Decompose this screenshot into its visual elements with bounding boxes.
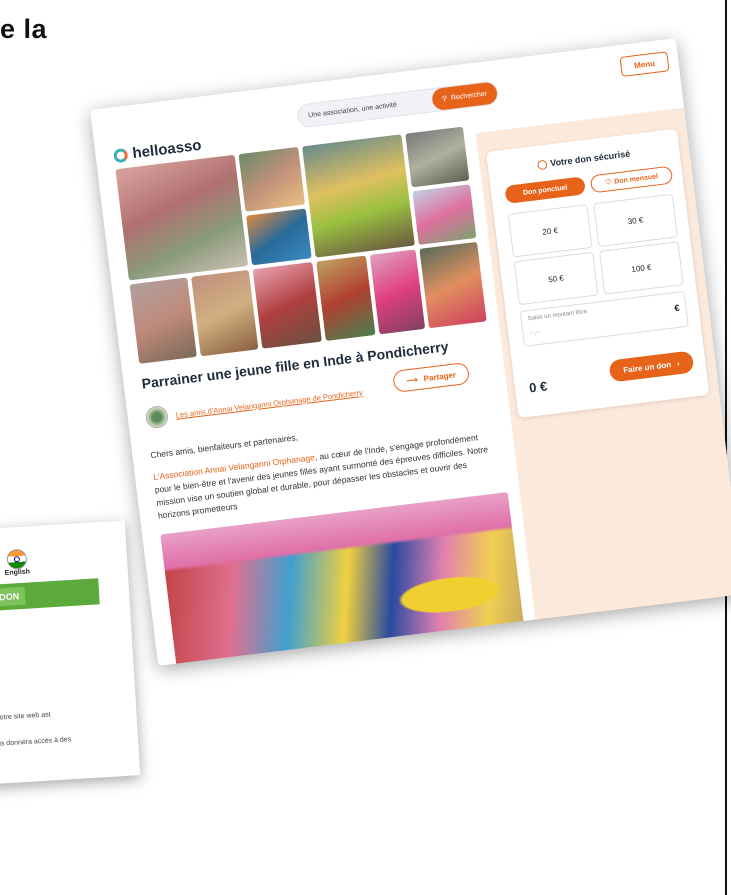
photo [316, 255, 376, 341]
photo [191, 269, 259, 357]
helloasso-logo-icon [112, 147, 129, 163]
photo-collage [115, 126, 487, 368]
donate-button-label: Faire un don [622, 359, 672, 375]
photo [246, 208, 312, 266]
amount-option[interactable]: 100 € [598, 241, 684, 295]
chevron-right-icon: › [676, 358, 681, 368]
text-line: r notre site web ast [0, 711, 51, 722]
shield-icon: ◯ [536, 158, 548, 170]
amount-option[interactable]: 30 € [593, 193, 678, 248]
tab-one-time-donation[interactable]: Don ponctuel [504, 176, 586, 204]
tab-monthly-label: Don mensuel [613, 172, 659, 186]
fragment-title: e la [0, 14, 48, 44]
photo [419, 241, 487, 329]
photo [115, 154, 249, 281]
india-flag-icon[interactable] [6, 548, 28, 570]
photo [129, 277, 197, 364]
share-label: Partager [423, 369, 457, 383]
tab-monthly-donation[interactable]: ♡ Don mensuel [589, 165, 674, 194]
free-amount-input[interactable]: --,-- [529, 329, 541, 337]
search-input[interactable]: Une association, une activité [298, 97, 433, 120]
heart-icon: ♡ [604, 179, 612, 187]
helloasso-screenshot-card: helloasso Une association, une activité … [90, 38, 731, 666]
logo-text: helloasso [131, 136, 203, 163]
photo [405, 126, 470, 188]
organization-link[interactable]: Les amis d'Annai Velanganni Orphanage de… [175, 387, 363, 419]
photo [412, 184, 477, 245]
currency-symbol: € [673, 302, 681, 314]
share-button[interactable]: ⟶ Partager [392, 361, 471, 393]
secondary-screenshot-card: English N DON r notre site web ast ous d… [0, 520, 141, 785]
free-amount-label: Saisir un montant libre [527, 308, 588, 323]
menu-button[interactable]: Menu [619, 51, 670, 77]
organization-row[interactable]: Les amis d'Annai Velanganni Orphanage de… [144, 381, 364, 430]
donation-total: 0 € [528, 378, 549, 396]
photo [369, 249, 426, 335]
donate-button[interactable]: N DON [0, 586, 26, 608]
amount-option[interactable]: 20 € [507, 204, 593, 258]
donate-button[interactable]: Faire un don › [608, 350, 695, 383]
photo [302, 134, 415, 258]
group-photo [160, 491, 531, 666]
share-icon: ⟶ [405, 374, 419, 385]
donation-panel: ◯ Votre don sécurisé Don ponctuel ♡ Don m… [486, 128, 710, 419]
search-button[interactable]: ⚲ Rechercher [430, 81, 499, 112]
search-icon: ⚲ [441, 95, 448, 103]
search-bar[interactable]: Une association, une activité ⚲ Recherch… [295, 80, 500, 129]
donation-title-text: Votre don sécurisé [549, 148, 631, 169]
search-button-label: Rechercher [450, 90, 488, 102]
text-line: ous donnera accès à des [0, 736, 72, 748]
language-label[interactable]: English [5, 568, 31, 577]
amount-option[interactable]: 50 € [513, 251, 599, 306]
photo [252, 262, 322, 349]
organization-avatar [144, 404, 170, 430]
photo [238, 146, 306, 212]
